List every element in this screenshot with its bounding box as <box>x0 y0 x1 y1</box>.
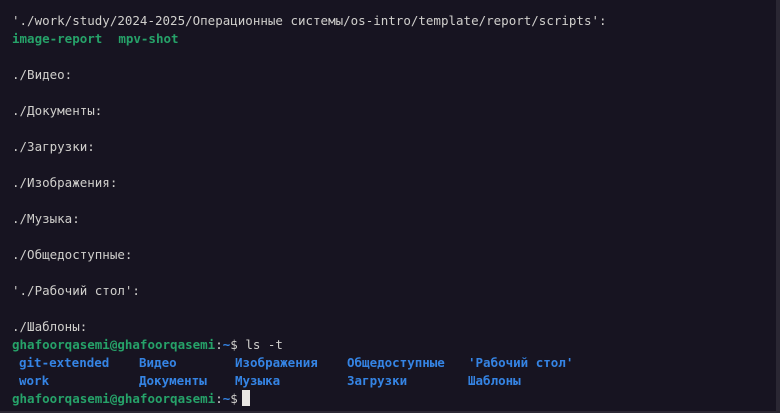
window-edge <box>776 0 780 413</box>
section-header: ./Загрузки: <box>12 138 772 156</box>
section-label: ./Изображения: <box>12 175 118 190</box>
text-cursor[interactable] <box>241 390 250 406</box>
directory-entry: Видео <box>139 355 177 370</box>
listing-header-text: './work/study/2024-2025/Операционные сис… <box>12 13 607 28</box>
command-line: ghafoorqasemi@ghafoorqasemi:~$ ls -t <box>12 336 772 354</box>
directory-entry: work <box>19 373 50 388</box>
prompt-user-host: ghafoorqasemi@ghafoorqasemi <box>12 337 216 352</box>
section-label: ./Музыка: <box>12 211 80 226</box>
section-label: ./Общедоступные: <box>12 247 133 262</box>
directory-entry: 'Рабочий стол' <box>468 355 574 370</box>
active-prompt-line[interactable]: ghafoorqasemi@ghafoorqasemi:~$ <box>12 390 772 408</box>
section-header: ./Шаблоны: <box>12 318 772 336</box>
section-header: ./Общедоступные: <box>12 246 772 264</box>
listing-header: './work/study/2024-2025/Операционные сис… <box>12 12 772 30</box>
section-label: ./Видео: <box>12 67 73 82</box>
directory-entry: Музыка <box>235 373 281 388</box>
section-label: './Рабочий стол': <box>12 283 140 298</box>
directory-entry: Общедоступные <box>347 355 445 370</box>
directory-entry: Шаблоны <box>468 373 521 388</box>
section-header: './Рабочий стол': <box>12 282 772 300</box>
section-label: ./Загрузки: <box>12 139 95 154</box>
prompt-symbol: $ <box>230 391 238 406</box>
directory-entry: Документы <box>139 373 207 388</box>
directory-entry: Изображения <box>235 355 318 370</box>
executable-file: image-report <box>12 31 103 46</box>
section-header: ./Видео: <box>12 66 772 84</box>
ls-output-row: git-extended Видео Изображения Общедосту… <box>12 354 772 372</box>
prompt-symbol: $ <box>230 337 238 352</box>
prompt-colon: : <box>215 337 223 352</box>
prompt-colon: : <box>215 391 223 406</box>
section-header: ./Документы: <box>12 102 772 120</box>
section-header: ./Музыка: <box>12 210 772 228</box>
section-header: ./Изображения: <box>12 174 772 192</box>
prompt-user-host: ghafoorqasemi@ghafoorqasemi <box>12 391 216 406</box>
section-label: ./Документы: <box>12 103 103 118</box>
command-text: ls -t <box>245 337 283 352</box>
executables-line: image-report mpv-shot <box>12 30 772 48</box>
section-label: ./Шаблоны: <box>12 319 88 334</box>
directory-entry: git-extended <box>19 355 110 370</box>
directory-entry: Загрузки <box>347 373 408 388</box>
executable-file: mpv-shot <box>118 31 179 46</box>
terminal-window[interactable]: './work/study/2024-2025/Операционные сис… <box>0 0 780 413</box>
ls-output-row: work Документы Музыка Загрузки Шаблоны <box>12 372 772 390</box>
terminal-output: './work/study/2024-2025/Операционные сис… <box>12 12 772 408</box>
